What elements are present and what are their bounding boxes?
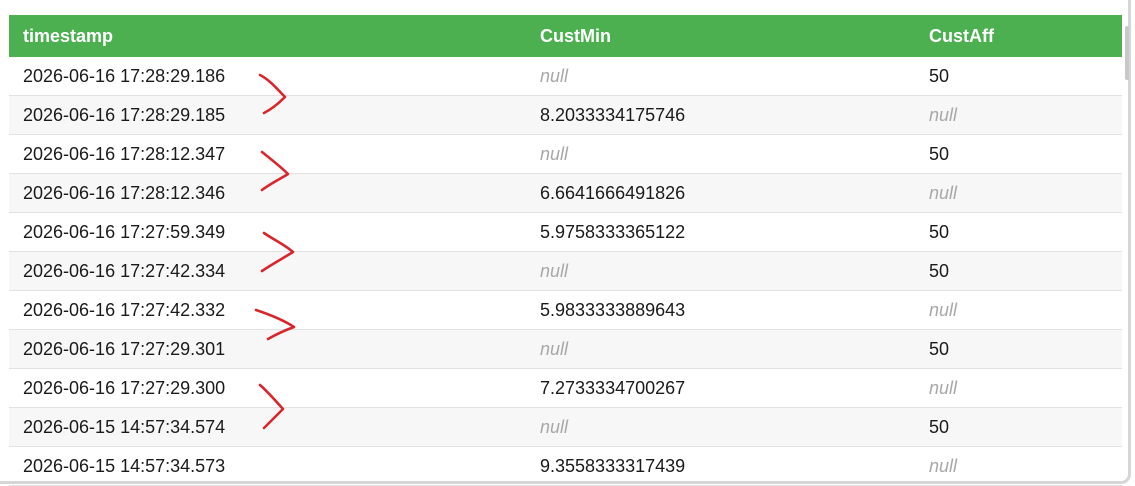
- cell-custaff: 50: [929, 261, 950, 281]
- cell-timestamp: 2026-06-16 17:27:42.332: [23, 300, 226, 320]
- scrollbar-thumb[interactable]: [1125, 26, 1129, 80]
- cell-timestamp: 2026-06-16 17:28:29.185: [23, 105, 226, 125]
- cell-timestamp: 2026-06-16 17:28:12.347: [23, 144, 226, 164]
- cell-custmin: 5.9833333889643: [540, 300, 686, 320]
- table-row[interactable]: 2026-06-16 17:28:12.346 6.6641666491826 nu…: [9, 174, 1122, 213]
- cell-custaff: 50: [929, 144, 950, 164]
- table-row[interactable]: 2026-06-16 17:27:29.301 null 50: [9, 330, 1122, 369]
- table-row[interactable]: 2026-06-16 17:27:29.300 7.2733334700267 nu…: [9, 369, 1122, 408]
- cell-timestamp: 2026-06-16 17:27:29.300: [23, 378, 226, 398]
- cell-custmin: 9.3558333317439: [540, 456, 686, 476]
- table-body: 2026-06-16 17:28:29.186 null 50 2026-06-16 …: [9, 57, 1122, 486]
- table-row[interactable]: 2026-06-15 14:57:34.573 9.3558333317439 nu…: [9, 447, 1122, 486]
- table-row[interactable]: 2026-06-16 17:27:59.349 5.9758333365122 50: [9, 213, 1122, 252]
- cell-timestamp: 2026-06-16 17:28:29.186: [23, 66, 226, 86]
- table-row[interactable]: 2026-06-16 17:27:42.332 5.9833333889643 nu…: [9, 291, 1122, 330]
- cell-custmin: 8.2033334175746: [540, 105, 686, 125]
- column-header-timestamp[interactable]: timestamp: [23, 26, 113, 47]
- cell-custaff: null: [929, 456, 958, 476]
- cell-custmin: null: [540, 144, 569, 164]
- cell-custaff: 50: [929, 339, 950, 359]
- cell-timestamp: 2026-06-16 17:27:42.334: [23, 261, 226, 281]
- cell-timestamp: 2026-06-15 14:57:34.573: [23, 456, 226, 476]
- column-header-custaff[interactable]: CustAff: [929, 26, 994, 47]
- cell-timestamp: 2026-06-16 17:27:59.349: [23, 222, 226, 242]
- cell-custmin: null: [540, 339, 569, 359]
- cell-custaff: 50: [929, 417, 950, 437]
- table-row[interactable]: 2026-06-16 17:28:12.347 null 50: [9, 135, 1122, 174]
- cell-custaff: null: [929, 183, 958, 203]
- cell-custmin: null: [540, 417, 569, 437]
- table-row[interactable]: 2026-06-16 17:28:29.186 null 50: [9, 57, 1122, 96]
- cell-custmin: 7.2733334700267: [540, 378, 686, 398]
- cell-custaff: 50: [929, 66, 950, 86]
- cell-timestamp: 2026-06-15 14:57:34.574: [23, 417, 226, 437]
- cell-custaff: 50: [929, 222, 950, 242]
- table-header: timestamp CustMin CustAff: [9, 15, 1122, 57]
- table-row[interactable]: 2026-06-16 17:28:29.185 8.2033334175746 nu…: [9, 96, 1122, 135]
- table-row[interactable]: 2026-06-16 17:27:42.334 null 50: [9, 252, 1122, 291]
- cell-timestamp: 2026-06-16 17:27:29.301: [23, 339, 226, 359]
- cell-timestamp: 2026-06-16 17:28:12.346: [23, 183, 226, 203]
- cell-custmin: 5.9758333365122: [540, 222, 686, 242]
- results-panel: timestamp CustMin CustAff 2026-06-16 17:…: [0, 0, 1131, 486]
- cell-custmin: null: [540, 66, 569, 86]
- cell-custaff: null: [929, 378, 958, 398]
- cell-custmin: null: [540, 261, 569, 281]
- cell-custaff: null: [929, 105, 958, 125]
- table-row[interactable]: 2026-06-15 14:57:34.574 null 50: [9, 408, 1122, 447]
- cell-custmin: 6.6641666491826: [540, 183, 686, 203]
- cell-custaff: null: [929, 300, 958, 320]
- column-header-custmin[interactable]: CustMin: [540, 26, 611, 47]
- results-table: timestamp CustMin CustAff 2026-06-16 17:…: [9, 15, 1122, 486]
